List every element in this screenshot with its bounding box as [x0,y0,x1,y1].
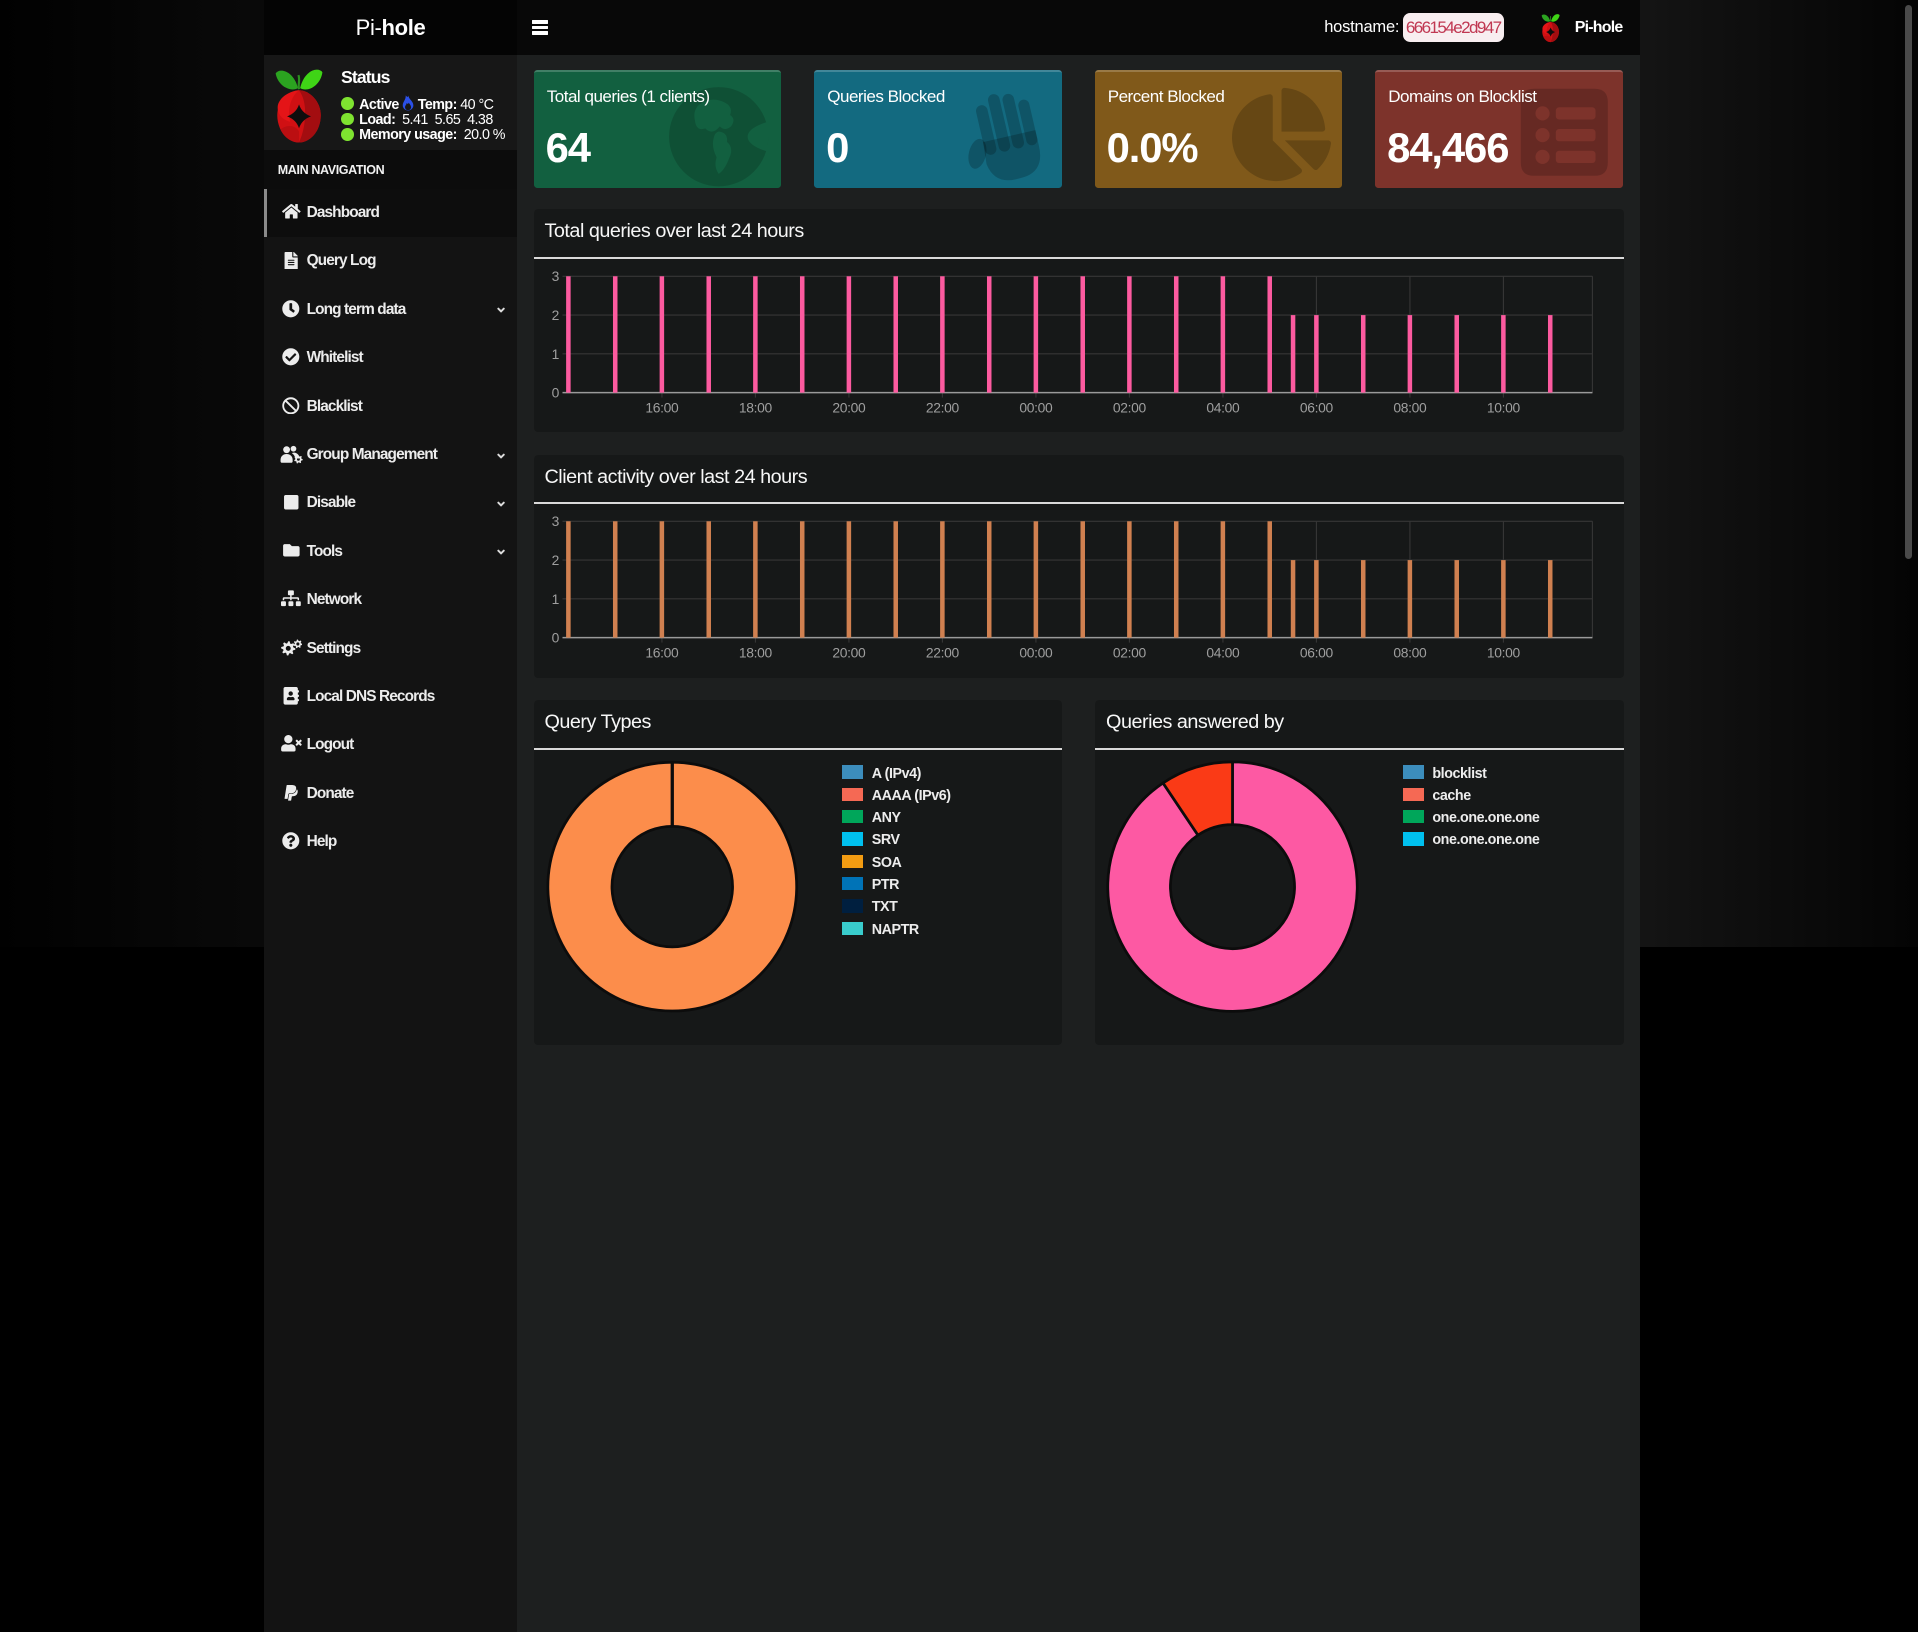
svg-text:00:00: 00:00 [1019,645,1053,661]
svg-text:2: 2 [551,307,559,323]
svg-text:1: 1 [551,591,559,607]
svg-text:20:00: 20:00 [832,645,866,661]
svg-text:18:00: 18:00 [738,645,772,661]
svg-text:22:00: 22:00 [925,399,959,415]
svg-text:10:00: 10:00 [1486,645,1520,661]
svg-text:10:00: 10:00 [1486,399,1520,415]
svg-text:02:00: 02:00 [1112,399,1146,415]
svg-text:00:00: 00:00 [1019,399,1053,415]
svg-text:0: 0 [551,630,559,646]
svg-text:2: 2 [551,553,559,569]
svg-text:06:00: 06:00 [1299,399,1333,415]
svg-text:06:00: 06:00 [1299,645,1333,661]
svg-text:0: 0 [551,384,559,400]
svg-text:3: 3 [551,268,559,284]
svg-text:16:00: 16:00 [645,645,679,661]
svg-text:08:00: 08:00 [1393,645,1427,661]
svg-text:1: 1 [551,345,559,361]
svg-text:18:00: 18:00 [738,399,772,415]
svg-text:04:00: 04:00 [1206,645,1240,661]
svg-text:04:00: 04:00 [1206,399,1240,415]
svg-text:3: 3 [551,514,559,530]
svg-text:08:00: 08:00 [1393,399,1427,415]
svg-text:20:00: 20:00 [832,399,866,415]
svg-text:02:00: 02:00 [1112,645,1146,661]
svg-text:22:00: 22:00 [925,645,959,661]
svg-text:16:00: 16:00 [645,399,679,415]
